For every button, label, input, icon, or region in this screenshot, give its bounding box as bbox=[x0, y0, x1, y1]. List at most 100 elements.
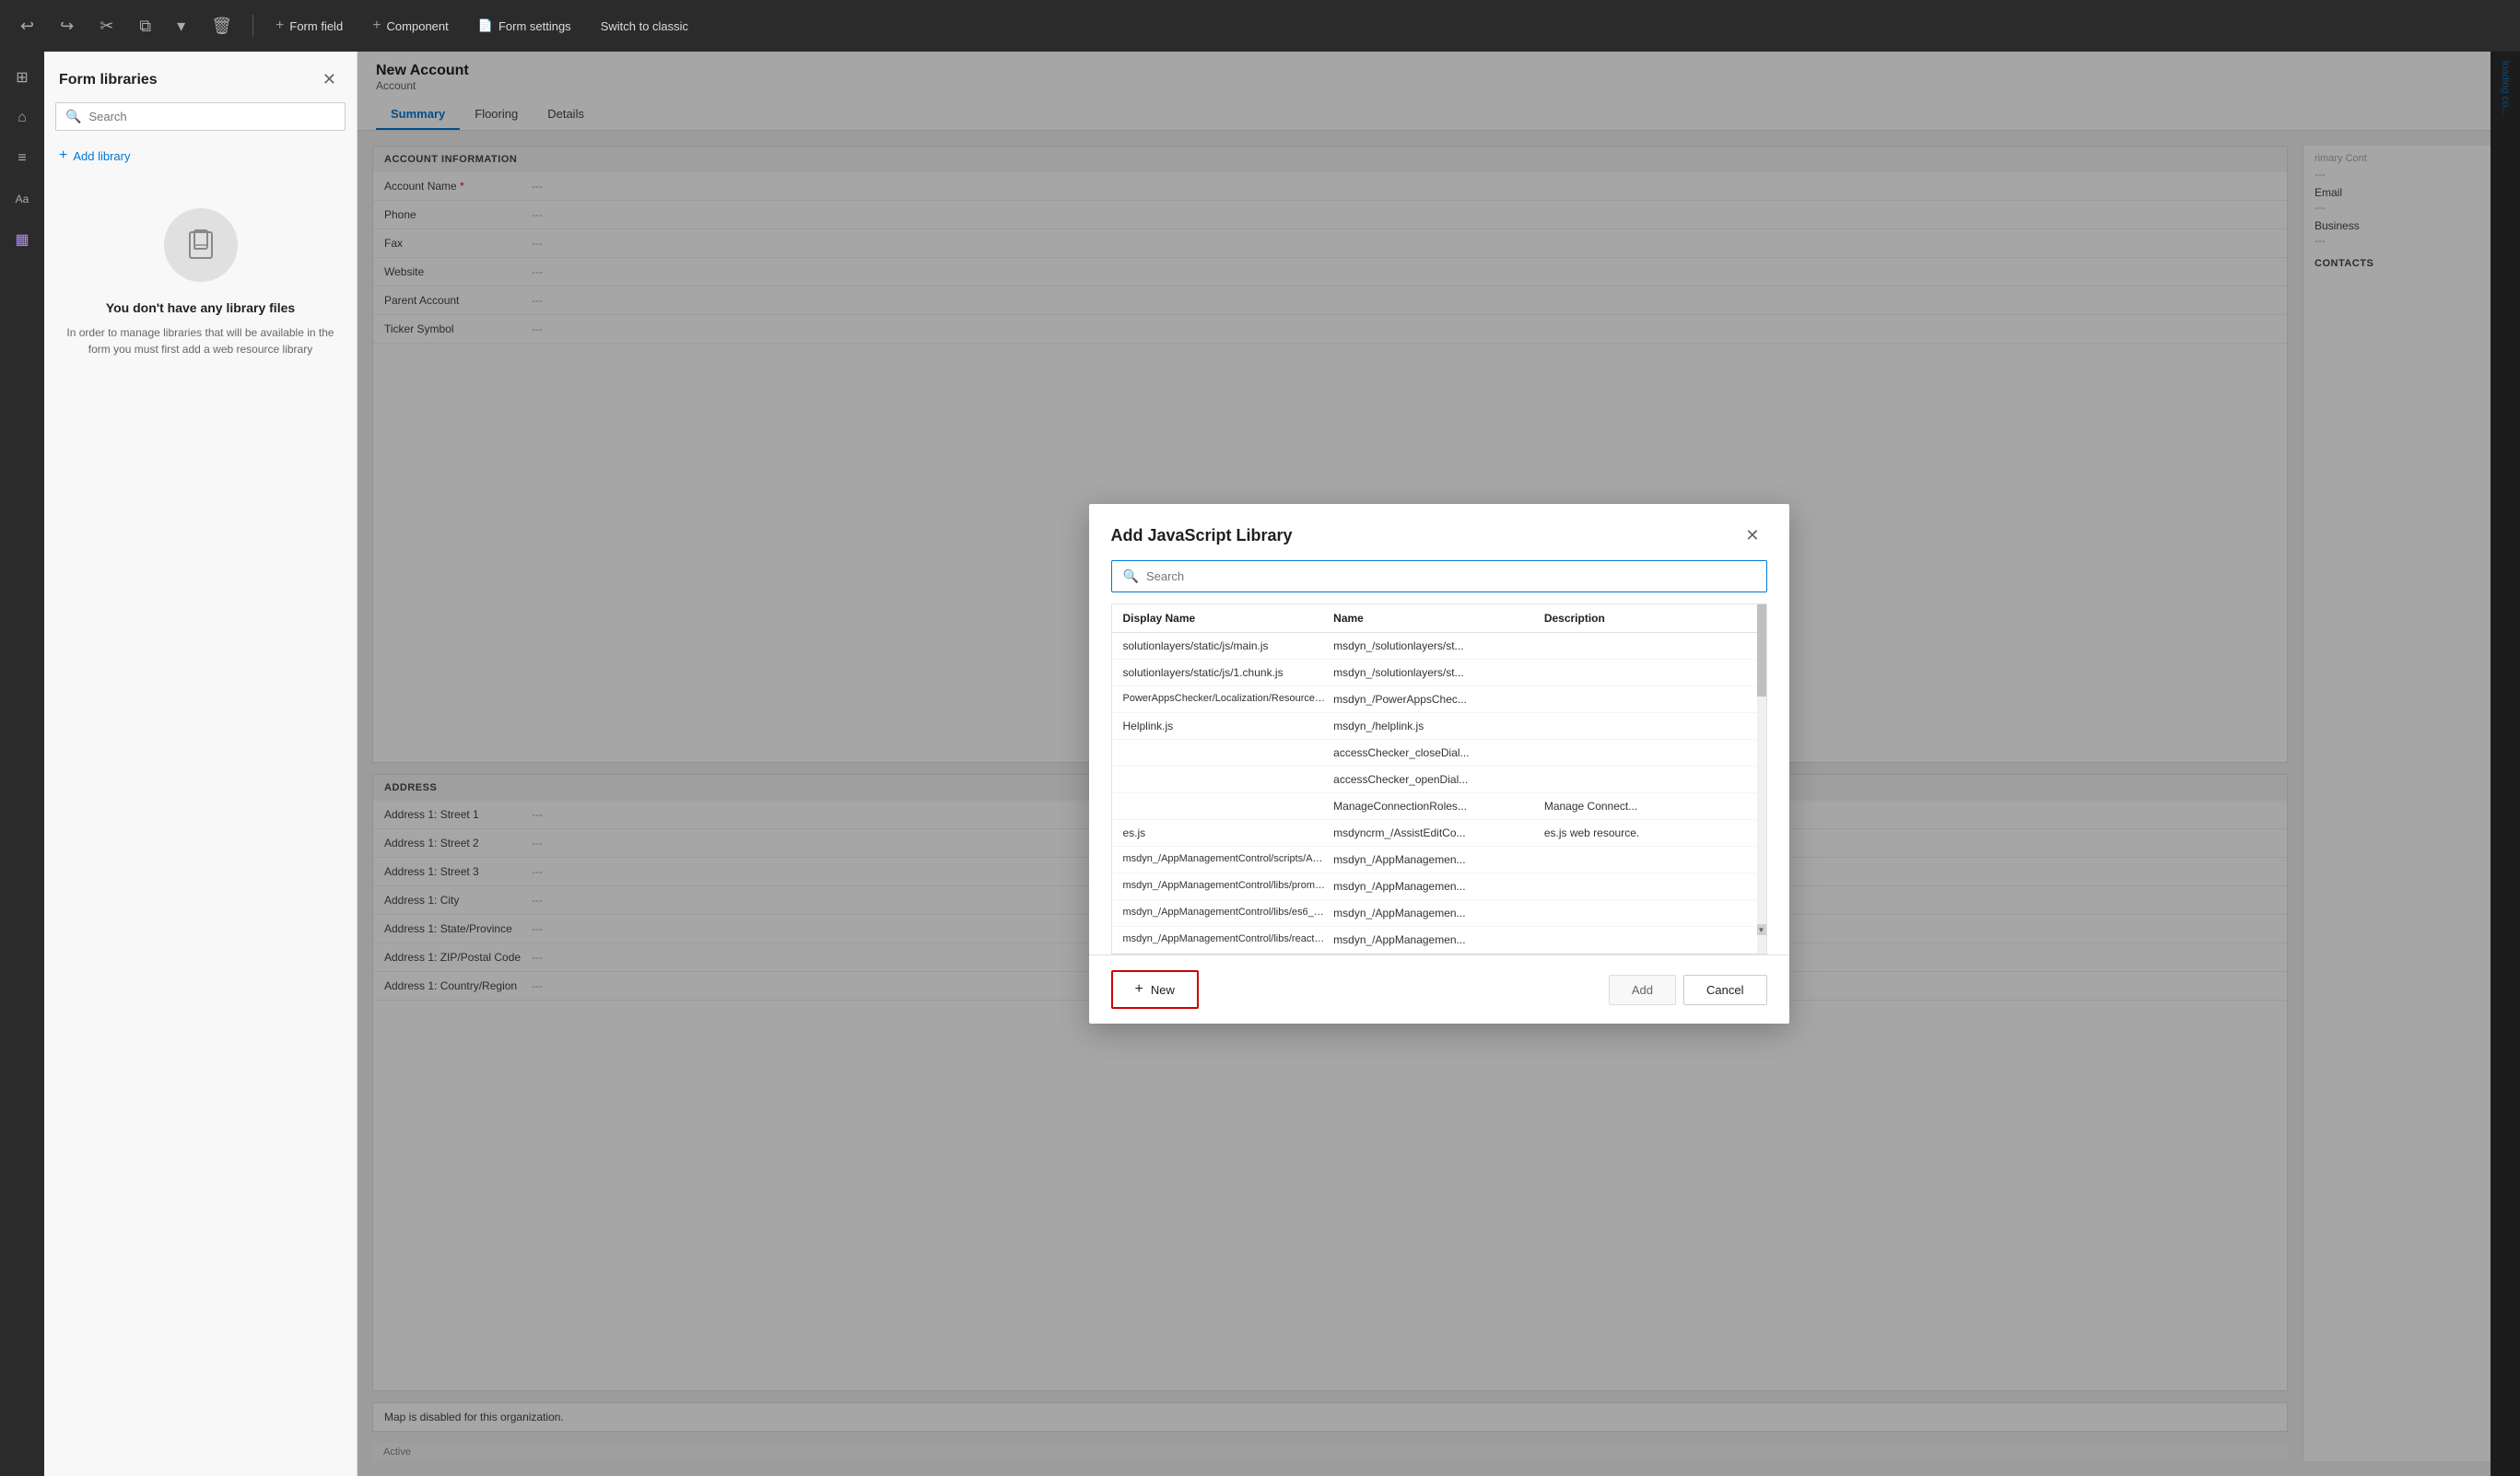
row-description bbox=[1544, 880, 1755, 893]
empty-state-description: In order to manage libraries that will b… bbox=[63, 324, 338, 357]
form-libraries-empty-state: You don't have any library files In orde… bbox=[44, 171, 357, 1476]
switch-classic-button[interactable]: Switch to classic bbox=[593, 16, 696, 37]
row-description bbox=[1544, 720, 1755, 732]
col-name: Name bbox=[1333, 612, 1544, 625]
new-plus-icon: + bbox=[1135, 981, 1143, 998]
row-display-name: solutionlayers/static/js/1.chunk.js bbox=[1123, 666, 1334, 679]
modal-search-input[interactable] bbox=[1146, 569, 1755, 583]
scrollbar-track[interactable]: ▼ bbox=[1757, 604, 1766, 954]
row-display-name: — bbox=[1123, 773, 1334, 786]
row-description bbox=[1544, 666, 1755, 679]
nav-icon-layers[interactable]: ≡ bbox=[4, 140, 41, 177]
row-name: ManageConnectionRoles... bbox=[1333, 800, 1544, 813]
scrollbar-down-arrow[interactable]: ▼ bbox=[1757, 924, 1766, 935]
table-row[interactable]: — ManageConnectionRoles... Manage Connec… bbox=[1112, 793, 1766, 820]
row-name: msdyn_/PowerAppsChec... bbox=[1333, 693, 1544, 706]
row-name: msdyncrm_/AssistEditCo... bbox=[1333, 826, 1544, 839]
row-name: msdyn_/AppManagemen... bbox=[1333, 907, 1544, 920]
form-libraries-title: Form libraries bbox=[59, 72, 158, 88]
toolbar-divider-1 bbox=[252, 15, 253, 37]
row-name: msdyn_/AppManagemen... bbox=[1333, 880, 1544, 893]
top-toolbar: ↩ ↪ ✂ ⧉ ▾ 🗑 + Form field + Component 📄 F… bbox=[0, 0, 2520, 52]
undo-icon[interactable]: ↩ bbox=[15, 13, 40, 40]
row-name: msdyn_/helplink.js bbox=[1333, 720, 1544, 732]
redo-icon[interactable]: ↪ bbox=[54, 13, 79, 40]
content-area: New Account Account Summary Flooring Det… bbox=[357, 52, 2520, 1476]
table-row[interactable]: msdyn_/AppManagementControl/libs/es6_shi… bbox=[1112, 900, 1766, 927]
modal-close-button[interactable]: ✕ bbox=[1738, 522, 1766, 549]
copy-icon[interactable]: ⧉ bbox=[134, 13, 157, 40]
form-libraries-header: Form libraries ✕ bbox=[44, 52, 357, 102]
search-input[interactable] bbox=[88, 110, 335, 123]
search-icon: 🔍 bbox=[65, 109, 81, 124]
nav-icon-home[interactable]: ⌂ bbox=[4, 100, 41, 136]
modal-title: Add JavaScript Library bbox=[1111, 526, 1293, 545]
row-display-name: — bbox=[1123, 800, 1334, 813]
table-row[interactable]: solutionlayers/static/js/main.js msdyn_/… bbox=[1112, 633, 1766, 660]
row-name: msdyn_/solutionlayers/st... bbox=[1333, 639, 1544, 652]
row-name: accessChecker_openDial... bbox=[1333, 773, 1544, 786]
scrollbar-thumb[interactable] bbox=[1757, 604, 1766, 697]
add-button[interactable]: Add bbox=[1609, 975, 1676, 1005]
row-description bbox=[1544, 773, 1755, 786]
component-button[interactable]: + Component bbox=[365, 14, 456, 38]
main-layout: ⊞ ⌂ ≡ Aa ▦ Form libraries ✕ 🔍 + Add libr… bbox=[0, 52, 2520, 1476]
add-javascript-library-modal: Add JavaScript Library ✕ 🔍 Display Name … bbox=[1089, 504, 1789, 1024]
form-field-label: Form field bbox=[289, 19, 343, 33]
table-row[interactable]: PowerAppsChecker/Localization/ResourceSt… bbox=[1112, 686, 1766, 713]
table-row[interactable]: Helplink.js msdyn_/helplink.js bbox=[1112, 713, 1766, 740]
table-row[interactable]: — accessChecker_openDial... bbox=[1112, 767, 1766, 793]
row-name: accessChecker_closeDial... bbox=[1333, 746, 1544, 759]
modal-header: Add JavaScript Library ✕ bbox=[1089, 504, 1789, 560]
row-display-name: msdyn_/AppManagementControl/libs/react_1… bbox=[1123, 933, 1334, 946]
form-libraries-sidebar: Form libraries ✕ 🔍 + Add library You don… bbox=[44, 52, 357, 1476]
cut-icon[interactable]: ✂ bbox=[94, 13, 119, 40]
row-description bbox=[1544, 639, 1755, 652]
new-button[interactable]: + New bbox=[1111, 970, 1199, 1009]
footer-action-buttons: Add Cancel bbox=[1609, 975, 1767, 1005]
form-settings-icon: 📄 bbox=[478, 18, 493, 33]
row-display-name: solutionlayers/static/js/main.js bbox=[1123, 639, 1334, 652]
modal-table-header: Display Name Name Description bbox=[1112, 604, 1766, 633]
cancel-button-label: Cancel bbox=[1706, 983, 1743, 997]
modal-search-box[interactable]: 🔍 bbox=[1111, 560, 1767, 592]
col-display-name: Display Name bbox=[1123, 612, 1334, 625]
modal-overlay: Add JavaScript Library ✕ 🔍 Display Name … bbox=[357, 52, 2520, 1476]
component-plus-icon: + bbox=[372, 18, 381, 34]
nav-icon-forms[interactable]: ▦ bbox=[4, 221, 41, 258]
col-description: Description bbox=[1544, 612, 1755, 625]
row-description bbox=[1544, 693, 1755, 706]
row-display-name: — bbox=[1123, 746, 1334, 759]
row-display-name: msdyn_/AppManagementControl/libs/promise… bbox=[1123, 880, 1334, 893]
component-label: Component bbox=[387, 19, 449, 33]
form-libraries-close-button[interactable]: ✕ bbox=[317, 68, 342, 91]
table-row[interactable]: msdyn_/AppManagementControl/scripts/AppM… bbox=[1112, 847, 1766, 873]
form-field-plus-icon: + bbox=[275, 18, 284, 34]
table-row[interactable]: es.js msdyncrm_/AssistEditCo... es.js we… bbox=[1112, 820, 1766, 847]
cancel-button[interactable]: Cancel bbox=[1683, 975, 1766, 1005]
switch-classic-label: Switch to classic bbox=[601, 19, 688, 33]
left-nav-strip: ⊞ ⌂ ≡ Aa ▦ bbox=[0, 52, 44, 1476]
row-description bbox=[1544, 933, 1755, 946]
modal-search-icon: 🔍 bbox=[1123, 568, 1139, 584]
table-row[interactable]: — accessChecker_closeDial... bbox=[1112, 740, 1766, 767]
modal-table: Display Name Name Description solutionla… bbox=[1111, 603, 1767, 955]
nav-icon-grid[interactable]: ⊞ bbox=[4, 59, 41, 96]
row-description bbox=[1544, 746, 1755, 759]
add-library-button[interactable]: + Add library bbox=[44, 140, 357, 171]
row-name: msdyn_/AppManagemen... bbox=[1333, 933, 1544, 946]
row-name: msdyn_/solutionlayers/st... bbox=[1333, 666, 1544, 679]
dropdown-icon[interactable]: ▾ bbox=[171, 13, 191, 40]
nav-icon-text[interactable]: Aa bbox=[4, 181, 41, 217]
row-display-name: Helplink.js bbox=[1123, 720, 1334, 732]
new-button-label: New bbox=[1151, 983, 1175, 997]
table-row[interactable]: msdyn_/AppManagementControl/libs/promise… bbox=[1112, 873, 1766, 900]
row-description bbox=[1544, 907, 1755, 920]
table-row[interactable]: solutionlayers/static/js/1.chunk.js msdy… bbox=[1112, 660, 1766, 686]
form-field-button[interactable]: + Form field bbox=[268, 14, 350, 38]
form-settings-button[interactable]: 📄 Form settings bbox=[471, 15, 579, 37]
form-libraries-search-box[interactable]: 🔍 bbox=[55, 102, 346, 131]
modal-footer: + New Add Cancel bbox=[1089, 955, 1789, 1024]
delete-icon[interactable]: 🗑 bbox=[205, 13, 238, 40]
table-row[interactable]: msdyn_/AppManagementControl/libs/react_1… bbox=[1112, 927, 1766, 954]
